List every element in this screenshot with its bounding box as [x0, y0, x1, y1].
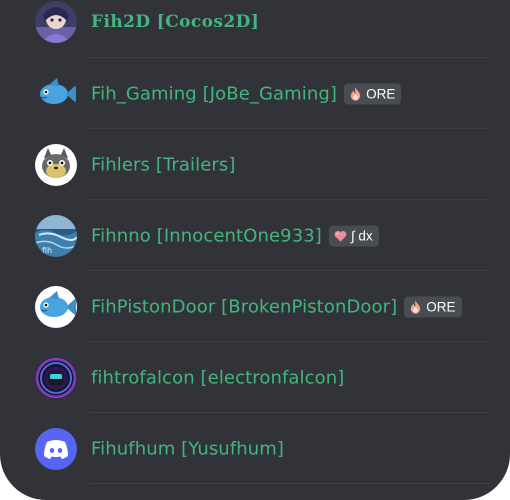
- member-name-group: Fihnno [InnocentOne933] ∫ dx: [91, 225, 379, 246]
- cartoon-cat-avatar[interactable]: [35, 143, 77, 186]
- member-name[interactable]: Fihlers [Trailers]: [91, 154, 236, 175]
- member-name[interactable]: Fih2D [Cocos2D]: [91, 12, 259, 32]
- ocean-photo-avatar[interactable]: fih: [35, 214, 77, 257]
- member-list-panel: Fih2D [Cocos2D] Fih_Gaming [JoBe_Gaming]: [0, 0, 510, 500]
- anime-character-avatar[interactable]: [35, 0, 77, 43]
- member-name-group: Fihufhum [Yusufhum]: [91, 438, 284, 459]
- member-name-group: FihPistonDoor [BrokenPistonDoor] ORE: [91, 296, 462, 317]
- member-row[interactable]: Fihufhum [Yusufhum]: [0, 413, 510, 484]
- fire-icon: [350, 86, 361, 101]
- vortex-helmet-avatar[interactable]: [35, 356, 77, 399]
- member-row[interactable]: fih Fihnno [InnocentOne933] ∫ dx: [0, 200, 510, 271]
- member-name[interactable]: FihPistonDoor [BrokenPistonDoor]: [91, 296, 397, 317]
- guild-tag-label: ∫ dx: [350, 228, 373, 243]
- member-name-group: Fihlers [Trailers]: [91, 154, 236, 175]
- member-row[interactable]: Fih2D [Cocos2D]: [0, 0, 510, 57]
- member-row[interactable]: Fihlers [Trailers]: [0, 129, 510, 200]
- member-name[interactable]: Fih_Gaming [JoBe_Gaming]: [91, 83, 337, 104]
- svg-text:fih: fih: [42, 246, 52, 255]
- member-row[interactable]: Fih_Gaming [JoBe_Gaming] ORE: [0, 58, 510, 129]
- member-name-group: Fih2D [Cocos2D]: [91, 12, 259, 32]
- divider: [90, 483, 490, 484]
- heart-icon: [334, 230, 347, 242]
- guild-tag[interactable]: ORE: [404, 296, 462, 317]
- guild-tag-label: ORE: [426, 299, 456, 314]
- member-row[interactable]: FihPistonDoor [BrokenPistonDoor] ORE: [0, 271, 510, 342]
- fire-icon: [411, 299, 421, 314]
- member-name[interactable]: fihtrofalcon [electronfalcon]: [91, 367, 344, 388]
- member-name[interactable]: Fihnno [InnocentOne933]: [91, 225, 322, 246]
- member-row[interactable]: fihtrofalcon [electronfalcon]: [0, 342, 510, 413]
- discord-logo-avatar[interactable]: [35, 427, 77, 470]
- member-name-group: fihtrofalcon [electronfalcon]: [91, 367, 344, 388]
- blue-fish-avatar[interactable]: [35, 285, 77, 328]
- guild-tag[interactable]: ORE: [344, 83, 402, 104]
- guild-tag[interactable]: ∫ dx: [328, 225, 379, 246]
- member-name[interactable]: Fihufhum [Yusufhum]: [91, 438, 284, 459]
- blue-fish-avatar[interactable]: [35, 72, 77, 115]
- member-name-group: Fih_Gaming [JoBe_Gaming] ORE: [91, 83, 402, 104]
- guild-tag-label: ORE: [366, 86, 396, 101]
